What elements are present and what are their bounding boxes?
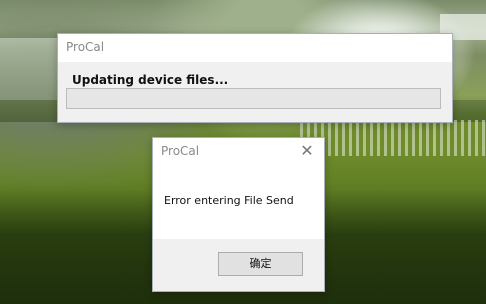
progress-dialog-titlebar[interactable]: ProCal: [58, 34, 452, 62]
error-message-box: ProCal ✕ Error entering File Send 确定: [152, 137, 325, 292]
ok-button[interactable]: 确定: [218, 252, 303, 276]
progress-dialog: ProCal Updating device files...: [57, 33, 453, 123]
message-box-title: ProCal: [161, 144, 200, 158]
progress-message: Updating device files...: [72, 73, 229, 87]
message-box-text: Error entering File Send: [164, 194, 294, 207]
progress-dialog-title: ProCal: [66, 40, 105, 54]
close-icon[interactable]: ✕: [298, 142, 316, 160]
wallpaper-chairs: [300, 120, 486, 156]
progress-bar: [66, 88, 441, 109]
message-box-titlebar[interactable]: ProCal ✕: [153, 138, 324, 166]
